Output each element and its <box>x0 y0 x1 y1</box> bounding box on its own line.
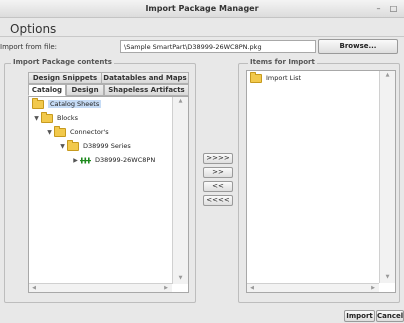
scroll-down-icon[interactable]: ▼ <box>380 273 395 281</box>
scroll-up-icon[interactable]: ▲ <box>380 71 395 79</box>
tree-row-blocks[interactable]: ▼ Blocks <box>32 111 78 124</box>
tab-design[interactable]: Design <box>66 84 104 96</box>
tree-row-catalog-sheets[interactable]: Catalog Sheets <box>32 97 102 110</box>
tree-row-d38999-26wc8pn[interactable]: ▶ D38999-26WC8PN <box>71 155 155 166</box>
tree-row-connectors[interactable]: ▼ Connector's <box>45 125 109 138</box>
tab-catalog[interactable]: Catalog <box>28 84 66 96</box>
tree-row-import-list[interactable]: Import List <box>250 71 302 84</box>
import-package-contents-title: Import Package contents <box>11 58 114 66</box>
add-button[interactable]: >> <box>203 167 233 178</box>
remove-all-button[interactable]: <<<< <box>203 195 233 206</box>
scroll-left-icon[interactable]: ◀ <box>248 284 256 292</box>
window-title: Import Package Manager <box>145 4 259 13</box>
add-all-button[interactable]: >>>> <box>203 153 233 164</box>
scroll-up-icon[interactable]: ▲ <box>173 97 188 105</box>
tree-label: Catalog Sheets <box>48 100 102 108</box>
import-from-label: Import from file: <box>0 43 57 51</box>
expand-arrow-icon[interactable]: ▼ <box>45 127 54 138</box>
catalog-tree-panel[interactable]: Catalog Sheets ▼ Blocks ▼ Connector's ▼ D38… <box>28 96 189 293</box>
import-list-panel[interactable]: Import List ▲ ▼ ◀ ▶ <box>246 70 396 293</box>
items-for-import-title: Items for Import <box>248 58 317 66</box>
tree-label: Connector's <box>70 128 109 136</box>
folder-icon <box>32 97 44 109</box>
tree-label: D38999-26WC8PN <box>95 156 156 164</box>
vertical-scrollbar[interactable]: ▲ ▼ <box>172 97 188 284</box>
options-heading: Options <box>10 22 57 36</box>
expand-arrow-icon[interactable]: ▼ <box>58 141 67 152</box>
collapse-arrow-icon[interactable]: ▶ <box>71 155 80 166</box>
folder-icon <box>41 111 53 123</box>
import-file-field[interactable]: \Sample SmartPart\D38999-26WC8PN.pkg <box>120 40 316 53</box>
tree-row-d38999-series[interactable]: ▼ D38999 Series <box>58 139 131 152</box>
horizontal-scrollbar[interactable]: ◀ ▶ <box>29 283 172 292</box>
scroll-right-icon[interactable]: ▶ <box>162 284 170 292</box>
tab-shapeless-artifacts[interactable]: Shapeless Artifacts <box>104 84 189 96</box>
expand-arrow-icon[interactable]: ▼ <box>32 113 41 124</box>
maximize-icon[interactable]: □ <box>388 3 399 14</box>
folder-icon <box>250 71 262 83</box>
connector-icon <box>80 157 91 163</box>
divider <box>0 36 404 37</box>
tree-label: Blocks <box>57 114 78 122</box>
browse-button[interactable]: Browse... <box>318 39 398 54</box>
remove-button[interactable]: << <box>203 181 233 192</box>
tree-label: Import List <box>266 74 302 82</box>
title-bar: Import Package Manager – □ <box>0 0 404 18</box>
vertical-scrollbar[interactable]: ▲ ▼ <box>379 71 395 283</box>
scroll-down-icon[interactable]: ▼ <box>173 274 188 282</box>
minimize-icon[interactable]: – <box>373 3 384 14</box>
tab-datatables-and-maps[interactable]: Datatables and Maps <box>101 72 189 84</box>
cancel-button[interactable]: Cancel <box>376 310 404 322</box>
folder-icon <box>67 139 79 151</box>
horizontal-scrollbar[interactable]: ◀ ▶ <box>247 283 379 292</box>
scroll-right-icon[interactable]: ▶ <box>369 284 377 292</box>
tree-label: D38999 Series <box>83 142 131 150</box>
import-button[interactable]: Import <box>344 310 375 322</box>
folder-icon <box>54 125 66 137</box>
tab-design-snippets[interactable]: Design Snippets <box>28 72 102 84</box>
scroll-left-icon[interactable]: ◀ <box>30 284 38 292</box>
